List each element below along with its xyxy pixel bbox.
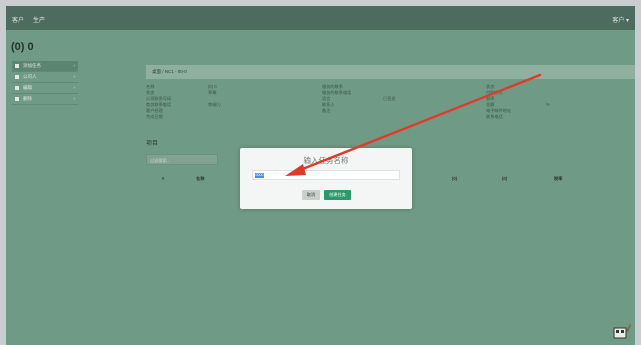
sidebar-item-company[interactable]: 公司人 ›	[12, 72, 78, 83]
mascot-icon	[613, 324, 631, 339]
field-values-col2: (0) 0 草稿 审核(-)	[208, 84, 221, 120]
task-name-input[interactable]: 0000	[252, 170, 400, 180]
search-input[interactable]: 过滤搜索...	[146, 154, 218, 165]
chevron-right-icon: ›	[73, 74, 76, 79]
field-value	[546, 114, 550, 120]
dialog-title: 输入任务名称	[303, 156, 349, 165]
page-title: (0) 0	[11, 41, 34, 53]
sidebar-item-edit[interactable]: 编辑 ›	[12, 83, 78, 94]
field-labels-col3: 服务的联系 服务的联系电话 语言 联系人 备注	[322, 84, 351, 114]
cancel-button[interactable]: 取消	[302, 190, 320, 200]
trash-icon	[15, 97, 19, 101]
column-header: #	[162, 176, 165, 181]
sidebar-item-add-task[interactable]: 添加任务 ›	[12, 61, 78, 72]
create-task-dialog: 输入任务名称 0000 取消 创建任务	[240, 148, 412, 209]
field-value: 已签发	[383, 96, 396, 101]
nav-production[interactable]: 生产	[33, 15, 45, 24]
chart-icon	[15, 64, 19, 68]
field-label: 完成日期	[146, 114, 163, 119]
field-value: 审核(-)	[208, 102, 221, 107]
sidebar: 添加任务 › 公司人 › 编辑 › 删除 ›	[12, 61, 78, 105]
sidebar-item-label: 编辑	[23, 85, 32, 90]
sidebar-item-label: 删除	[23, 96, 32, 101]
field-labels-col1: 名称 状态 公司联系号码 商务联系电话 客户经理 完成日期	[146, 84, 171, 120]
nav-customers[interactable]: 客户	[12, 15, 24, 24]
field-label: 备注	[322, 108, 331, 113]
chevron-right-icon: ›	[73, 96, 76, 101]
section-title: 项目	[146, 141, 159, 147]
column-header: (0)	[452, 176, 458, 181]
column-header: 税率	[554, 176, 563, 181]
breadcrumb[interactable]: 桌面 / NC1 - 00-0	[146, 65, 635, 79]
field-value: %	[546, 102, 550, 107]
chevron-right-icon: ›	[73, 85, 76, 90]
field-values-col4: 已签发	[383, 84, 396, 114]
field-value	[208, 114, 221, 120]
user-menu[interactable]: 客户 ▾	[612, 15, 629, 24]
selected-text[interactable]: 0000	[255, 173, 264, 178]
column-header: (0)	[502, 176, 508, 181]
field-values-col6: %	[546, 84, 550, 120]
field-labels-col5: 状态 付款方式 税率 金额 电子邮件地址 联系电话	[486, 84, 511, 120]
sidebar-item-delete[interactable]: 删除 ›	[12, 94, 78, 105]
sidebar-item-label: 添加任务	[23, 63, 41, 68]
create-task-button[interactable]: 创建任务	[324, 190, 351, 200]
field-value	[383, 108, 396, 114]
sidebar-item-label: 公司人	[23, 74, 37, 79]
column-header: 名称	[196, 176, 205, 181]
field-label: 联系电话	[486, 114, 503, 119]
pencil-icon	[15, 86, 19, 90]
chevron-right-icon: ›	[73, 63, 76, 68]
top-navbar: 客户 生产 客户 ▾	[6, 6, 635, 30]
file-icon	[15, 75, 19, 79]
